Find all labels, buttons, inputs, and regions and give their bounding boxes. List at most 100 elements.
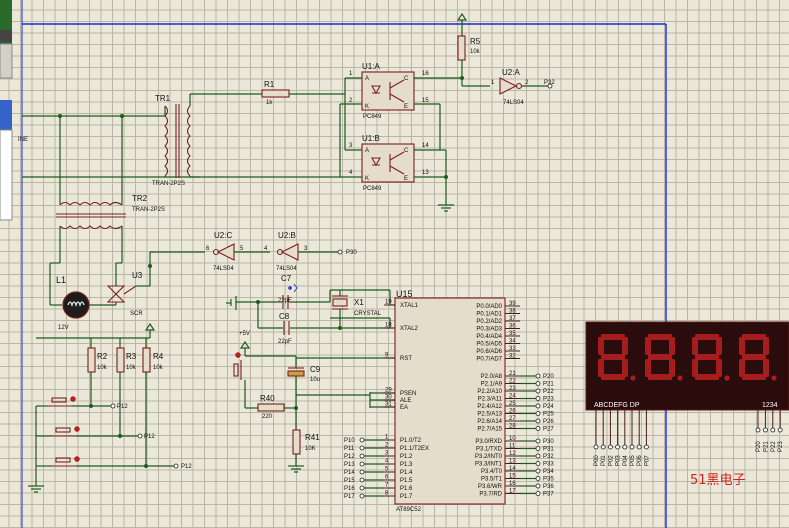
key-button-3[interactable] [36,456,146,467]
net-label-p3: P35 [543,477,554,483]
net-label-p2: P21 [543,382,554,388]
reset-button[interactable] [233,360,242,380]
display-segment [622,337,628,355]
watermark-text: 51黑电子 [690,473,746,488]
display-segment [742,354,766,360]
svg-text:E: E [404,176,408,182]
display-net-label: P01 [601,455,607,466]
net-p12-c: P12 [181,464,192,470]
svg-text:1: 1 [491,80,495,86]
c7-ref: C7 [281,274,292,283]
svg-text:14: 14 [422,143,429,149]
display-pin-terminal [763,427,768,433]
u15-pin-label: ALE [400,398,411,404]
display-net-label: P00 [594,455,600,466]
u15-mcu: U15 AT89C52 XTAL119XTAL218RST9PSEN29ALE3… [344,289,554,513]
display-segment [601,334,625,340]
net-p12-b: P12 [144,434,155,440]
u15-pin-label: P1.1/T2EX [400,446,429,452]
net-terminal [535,438,541,444]
r4-value: 10k [153,365,164,371]
r2-value: 10k [97,365,108,371]
r40-value: 220 [262,414,273,420]
net-label-p2: P26 [543,419,554,425]
u15-pin-label: P0.2/AD2 [476,319,502,325]
u15-pin-label: P3.4/T0 [481,469,503,475]
net-label-p2: P20 [543,374,554,380]
u15-pin-number: 35 [509,331,516,337]
u1b-optocoupler: A K C E [361,143,415,183]
u1b-type: PC849 [363,186,382,192]
net-p12-a: P12 [117,404,128,410]
u15-pin-number: 10 [509,436,516,442]
u2c-ref: U2:C [214,231,232,240]
key-button-2[interactable] [36,426,120,437]
u15-pin-label: P1.3 [400,462,413,468]
left-edge-fragment [0,0,13,221]
display-net-label: P02 [608,455,614,466]
display-segment [598,359,604,377]
u15-pin-number: 30 [385,395,392,401]
key-button-1[interactable] [36,396,91,407]
svg-text:4: 4 [264,246,268,252]
net-terminal [359,445,365,451]
u15-pin-label: P1.7 [400,494,413,500]
display-segment [648,354,672,360]
display-segment-label: ABCDEFG DP [594,402,640,409]
u15-pin-number: 34 [509,338,516,344]
net-p30-inv: P30 [346,250,357,256]
net-terminal [359,493,365,499]
r5-resistor [457,35,466,61]
tr2-transformer [56,201,126,230]
net-label-p3: P36 [543,484,554,490]
net-terminal [535,491,541,496]
u2b-type: 74LS04 [276,266,297,272]
display-segment [739,337,745,355]
l1-value: 12V [58,325,69,331]
svg-text:13: 13 [422,170,429,176]
display-net-label: P07 [644,455,650,466]
display-segment [742,334,766,340]
tr2-ref: TR2 [132,194,148,203]
net-terminal [535,483,541,489]
net-label-p3: P30 [543,439,554,445]
display-digit-pins: P20 P21 P22 P23 [755,410,784,452]
u2c-inverter [212,243,235,261]
display-pin-terminal [636,444,642,450]
net-terminal [535,446,541,451]
display-net-label: P22 [771,441,777,452]
c7-value: 22pF [278,298,292,304]
u15-pin-label: P0.4/AD4 [476,334,502,340]
u15-pin-number: 29 [385,388,392,394]
vcc-arrow-keys [144,322,156,338]
r1-ref: R1 [264,80,275,89]
r1-value: 1k [266,100,273,106]
display-net-label: P23 [778,441,784,452]
u15-pin-number: 37 [509,316,516,322]
display-segment [601,374,625,380]
u15-pin-label: P2.1/A9 [481,382,503,388]
u15-pin-number: 12 [509,451,516,457]
l1-ref: L1 [56,275,66,285]
net-label-p2: P27 [543,427,554,433]
u15-pin-label: P2.6/A14 [477,419,502,425]
display-segment [598,337,604,355]
display-segment [716,337,722,355]
u15-pin-label: P3.2/INT0 [475,454,503,460]
net-label-p3: P32 [543,454,554,460]
net-terminal [359,469,365,475]
u15-pin-label: P2.0/A8 [481,374,503,380]
u15-pin-label: P3.7/RD [479,492,502,498]
u15-pin-label: P0.5/AD5 [476,342,502,348]
u15-pin-label: P0.3/AD3 [476,327,502,333]
u15-pin-label: P3.0/RXD [475,439,502,445]
display-segment [669,337,675,355]
display-pin-terminal [622,444,628,450]
u15-pin-label: P0.1/AD1 [476,312,502,318]
p1-net-labels: P10 P11 P12 P13 P14 P15 P16 P17 [344,437,384,500]
u2a-ref: U2:A [502,68,520,77]
u2c-type: 74LS04 [213,266,234,272]
u15-pin-label: P1.2 [400,454,413,460]
u15-pin-number: 33 [509,346,516,352]
svg-text:1: 1 [349,71,353,77]
